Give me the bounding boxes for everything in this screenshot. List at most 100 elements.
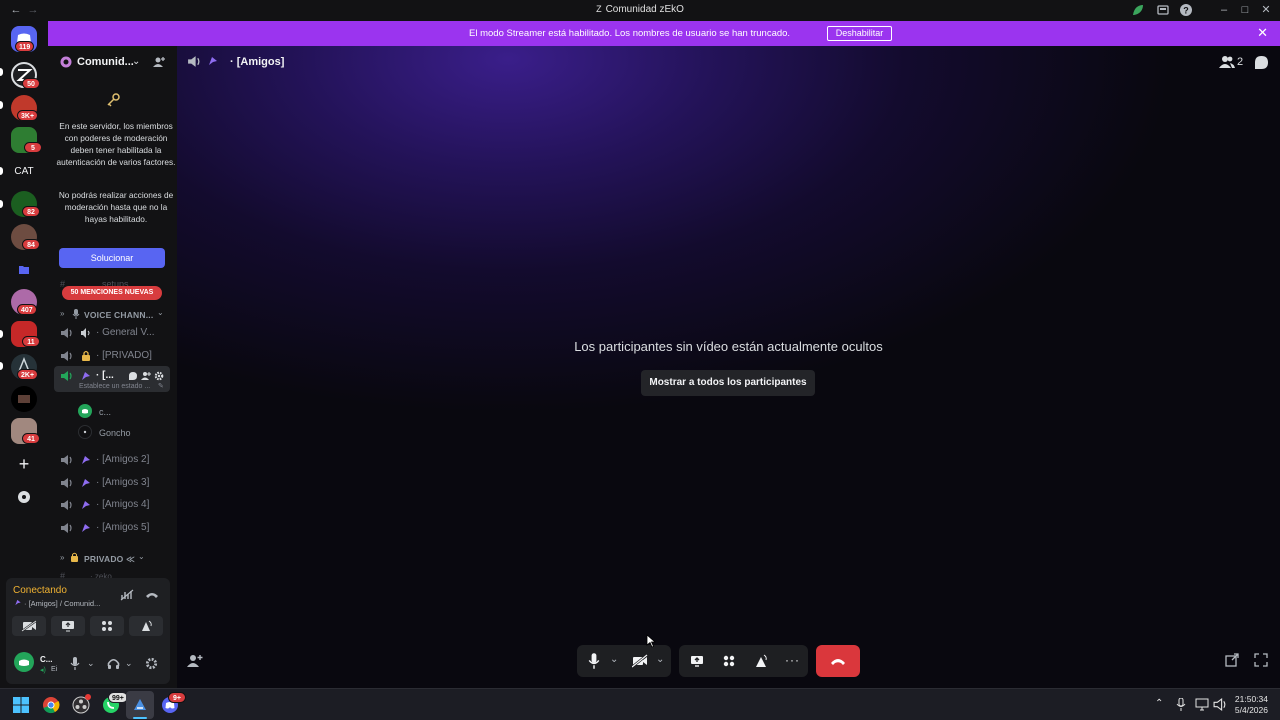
key-icon xyxy=(105,92,121,108)
connection-status[interactable]: Conectando xyxy=(13,585,67,596)
user-name[interactable]: C... xyxy=(40,655,52,664)
unread-pill xyxy=(0,101,3,109)
maximize-icon[interactable]: □ xyxy=(1238,3,1252,17)
voice-channel[interactable]: · [Amigos 3] xyxy=(58,473,170,493)
fix-mfa-button[interactable]: Solucionar xyxy=(59,248,165,268)
expand-category-icon[interactable]: » xyxy=(60,553,64,562)
microphone-icon xyxy=(72,309,80,319)
microphone-icon[interactable] xyxy=(70,657,80,670)
window-title: Z Comunidad zEkO xyxy=(596,4,684,15)
activities-button[interactable] xyxy=(90,616,124,636)
inbox-icon[interactable] xyxy=(1156,3,1170,17)
participants-icon[interactable] xyxy=(1219,55,1235,69)
user-settings-gear-icon[interactable] xyxy=(145,657,158,670)
unread-pill xyxy=(0,167,3,175)
user-avatar[interactable] xyxy=(14,652,34,672)
headphones-icon[interactable] xyxy=(107,657,120,670)
chrome-icon[interactable] xyxy=(42,696,60,714)
connection-channel[interactable]: · [Amigos] / Comunid... xyxy=(24,599,100,608)
explore-servers-icon[interactable] xyxy=(11,484,37,510)
more-options-icon[interactable]: ··· xyxy=(785,653,800,667)
folder-icon[interactable] xyxy=(11,257,37,283)
show-all-participants-button[interactable]: Mostrar a todos los participantes xyxy=(641,370,815,396)
popout-icon[interactable] xyxy=(1225,653,1239,667)
activities-icon[interactable] xyxy=(722,654,736,668)
voice-channel[interactable]: · [Amigos 5] xyxy=(58,518,170,538)
server-badge: 5 xyxy=(24,142,42,153)
voice-speaker-icon xyxy=(60,350,73,362)
recording-dot xyxy=(85,694,91,700)
channel-label: · [PRIVADO] xyxy=(96,350,152,361)
nitro-leaf-icon[interactable] xyxy=(1131,3,1145,17)
chevron-down-icon[interactable]: ⌄ xyxy=(610,654,618,665)
chat-icon[interactable] xyxy=(128,371,138,381)
gear-icon[interactable] xyxy=(154,371,164,381)
voice-channel[interactable]: · [Amigos 2] xyxy=(58,450,170,470)
purple-emoji-icon xyxy=(80,477,92,489)
chevron-down-icon[interactable]: ⌄ xyxy=(138,552,145,561)
chevron-down-icon[interactable]: ⌄ xyxy=(157,308,164,317)
zeko-app-icon[interactable] xyxy=(131,696,149,714)
invite-people-icon[interactable] xyxy=(152,55,166,69)
close-window-icon[interactable]: ✕ xyxy=(1259,3,1273,17)
microphone-icon[interactable] xyxy=(588,653,600,669)
unread-pill xyxy=(0,68,3,76)
avatar[interactable] xyxy=(78,425,92,439)
chevron-down-icon[interactable]: ⌄ xyxy=(87,658,95,669)
system-clock[interactable]: 21:50:34 5/4/2026 xyxy=(1235,694,1268,716)
camera-toggle-button[interactable] xyxy=(12,616,46,636)
volume-icon[interactable] xyxy=(1213,698,1227,711)
soundboard-icon[interactable] xyxy=(754,654,768,668)
disconnect-icon[interactable] xyxy=(145,590,159,600)
screen-share-icon[interactable] xyxy=(690,654,704,668)
pencil-icon[interactable]: ✎ xyxy=(158,382,164,390)
channel-label: · [Amigos 3] xyxy=(96,477,150,488)
fullscreen-icon[interactable] xyxy=(1254,653,1268,667)
expand-category-icon[interactable]: » xyxy=(60,309,64,318)
add-server-icon[interactable]: + xyxy=(11,452,37,478)
window-titlebar: ← → Z Comunidad zEkO ? – □ ✕ xyxy=(0,0,1280,21)
soundboard-button[interactable] xyxy=(129,616,163,636)
invite-icon[interactable] xyxy=(141,371,151,381)
windows-start-icon[interactable] xyxy=(12,696,30,714)
channel-title: · [Amigos] xyxy=(230,56,285,68)
user-status-text: Ei xyxy=(51,666,58,673)
voice-channel-active[interactable]: · [... Establece un estado ... ✎ xyxy=(54,366,170,392)
disable-streamer-button[interactable]: Deshabilitar xyxy=(827,26,892,41)
server-avatar-icon[interactable] xyxy=(11,386,37,412)
set-status-prompt[interactable]: Establece un estado ... xyxy=(79,383,150,390)
server-name[interactable]: Comunid... xyxy=(77,56,134,68)
discord-badge: 9+ xyxy=(168,692,186,703)
chevron-down-icon[interactable]: ⌄ xyxy=(132,56,140,67)
tray-microphone-icon[interactable] xyxy=(1176,698,1186,711)
minimize-icon[interactable]: – xyxy=(1217,3,1231,17)
tray-chevron-icon[interactable]: ⌃ xyxy=(1155,698,1163,709)
noise-suppression-off-icon[interactable] xyxy=(120,589,134,601)
invite-to-voice-icon[interactable] xyxy=(187,654,203,668)
voice-channel[interactable]: · General V... xyxy=(58,323,170,343)
category-voice[interactable]: VOICE CHANN... xyxy=(84,310,153,320)
new-mentions-badge[interactable]: 50 MENCIONES NUEVAS xyxy=(62,286,162,300)
purple-emoji-icon xyxy=(207,55,219,67)
close-banner-icon[interactable]: ✕ xyxy=(1257,25,1268,41)
chevron-down-icon[interactable]: ⌄ xyxy=(656,654,664,665)
help-icon[interactable]: ? xyxy=(1179,3,1193,17)
voice-stage: · [Amigos] 2 Los participantes sin vídeo… xyxy=(177,46,1280,688)
screen-share-button[interactable] xyxy=(51,616,85,636)
category-private[interactable]: PRIVADO ≪ xyxy=(84,554,135,565)
chat-icon[interactable] xyxy=(1254,55,1269,70)
leave-call-button[interactable] xyxy=(816,645,860,677)
avatar[interactable] xyxy=(78,404,92,418)
voice-user-name[interactable]: Goncho xyxy=(99,428,131,438)
voice-user-name[interactable]: c... xyxy=(99,407,111,417)
network-icon[interactable] xyxy=(1195,698,1209,711)
server-badge: 84 xyxy=(22,239,40,250)
camera-off-icon[interactable] xyxy=(632,654,648,668)
voice-channel[interactable]: · [PRIVADO] xyxy=(58,346,170,366)
chevron-down-icon[interactable]: ⌄ xyxy=(125,658,133,669)
server-badge: 82 xyxy=(22,206,40,217)
mouse-cursor-icon xyxy=(646,634,656,648)
voice-channel[interactable]: · [Amigos 4] xyxy=(58,495,170,515)
server-cat[interactable]: CAT xyxy=(11,159,37,185)
voice-speaker-icon xyxy=(60,327,73,339)
